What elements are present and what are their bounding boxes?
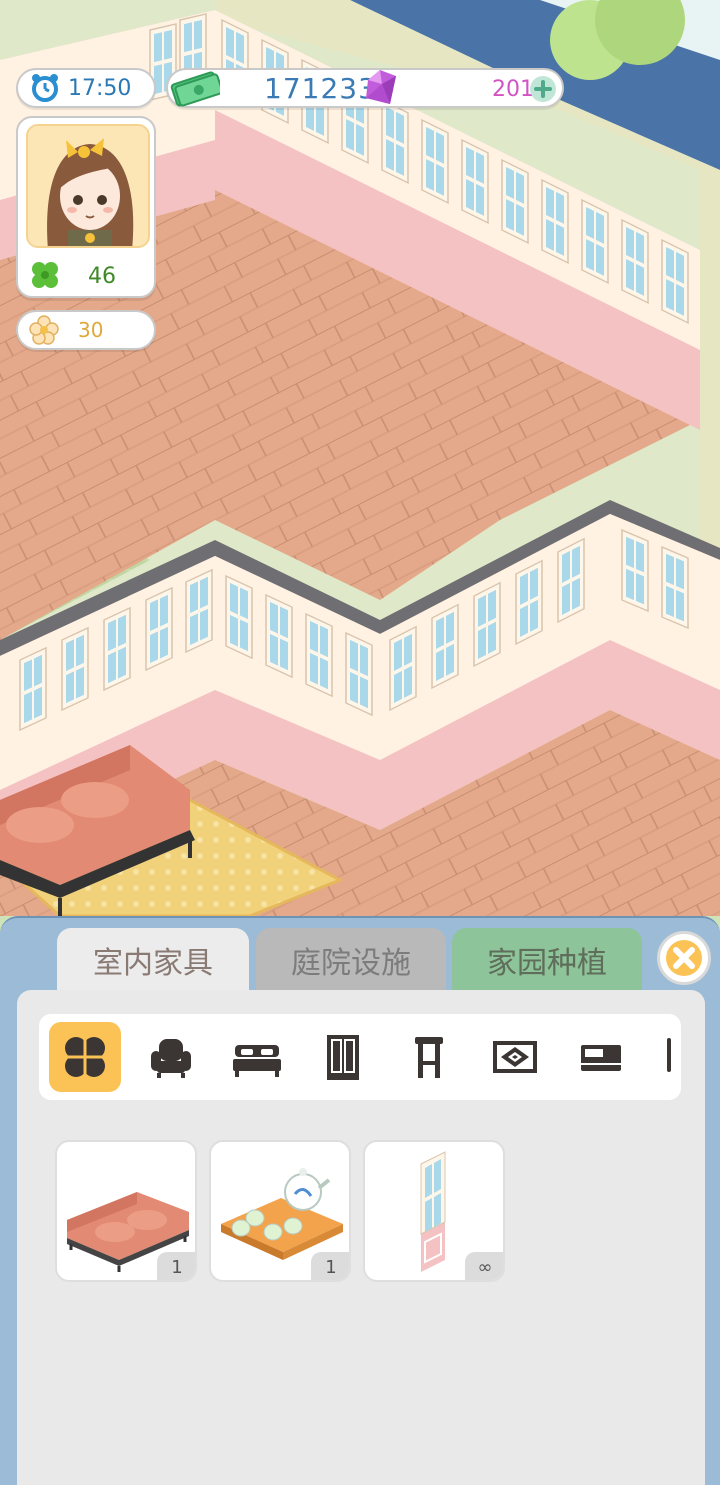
- currency-bar: 171233 201: [166, 68, 564, 108]
- category-all-button[interactable]: [49, 1022, 121, 1092]
- bed-icon: [233, 1045, 281, 1077]
- gem-icon: [360, 66, 402, 110]
- add-gems-button[interactable]: [528, 74, 558, 104]
- clock-display: 17:50: [16, 68, 156, 108]
- category-rug-button[interactable]: [479, 1022, 551, 1092]
- close-button[interactable]: [657, 931, 711, 985]
- furniture-panel: 室内家具 庭院设施 家园种植 1 1 ∞: [0, 916, 720, 1485]
- clover-all-icon: [63, 1035, 107, 1079]
- clover-icon: [28, 258, 62, 292]
- flower-counter: 30: [16, 310, 156, 350]
- game-screen: 17:50 171233 201 46 30 室内家具 庭院设施 家园种植 1 …: [0, 0, 720, 1485]
- armchair-icon: [151, 1039, 191, 1078]
- category-seating-button[interactable]: [135, 1022, 207, 1092]
- stool-icon: [415, 1037, 443, 1078]
- alarm-clock-icon: [30, 73, 60, 103]
- flower-count: 30: [78, 318, 104, 342]
- tab-indoor-furniture[interactable]: 室内家具: [57, 928, 249, 992]
- rug-icon: [493, 1041, 537, 1073]
- item-count-badge: 1: [311, 1252, 349, 1280]
- cash-icon: [170, 68, 224, 108]
- item-count-badge: 1: [157, 1252, 195, 1280]
- close-icon: [666, 940, 702, 976]
- tab-yard-facilities[interactable]: 庭院设施: [256, 928, 446, 992]
- cabinet-icon: [581, 1045, 621, 1071]
- clock-time: 17:50: [68, 75, 132, 101]
- item-card-tea-set[interactable]: 1: [209, 1140, 351, 1282]
- player-avatar-card[interactable]: 46: [16, 116, 156, 298]
- category-bar[interactable]: [39, 1014, 681, 1100]
- flower-icon: [28, 314, 60, 346]
- item-card-window-wall[interactable]: ∞: [363, 1140, 505, 1282]
- category-stool-button[interactable]: [393, 1022, 465, 1092]
- item-count-badge: ∞: [465, 1252, 503, 1280]
- avatar[interactable]: [26, 124, 150, 248]
- girl-avatar-icon: [28, 126, 148, 246]
- category-cabinet-button[interactable]: [565, 1022, 637, 1092]
- clover-count: 46: [88, 264, 116, 289]
- wardrobe-icon: [327, 1035, 359, 1080]
- item-card-sofa[interactable]: 1: [55, 1140, 197, 1282]
- panel-content: 1 1 ∞: [17, 990, 705, 1485]
- tab-garden-planting[interactable]: 家园种植: [452, 928, 642, 992]
- category-wardrobe-button[interactable]: [307, 1022, 379, 1092]
- category-bed-button[interactable]: [221, 1022, 293, 1092]
- category-scroll-more[interactable]: [667, 1038, 671, 1072]
